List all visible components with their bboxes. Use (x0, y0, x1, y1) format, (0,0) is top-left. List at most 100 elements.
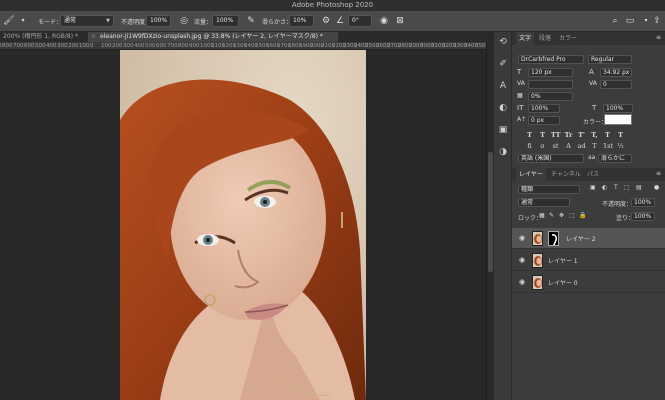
layer-filter-select[interactable]: 種類 (518, 185, 580, 194)
eye-icon[interactable]: ◉ (519, 278, 528, 287)
opentype-feature-button[interactable]: T (590, 142, 599, 151)
mode-select[interactable]: 通常 ▼ (60, 15, 114, 27)
brush-settings-icon[interactable]: ✐ (497, 58, 509, 70)
share-icon[interactable]: ⇪ (651, 15, 663, 27)
lock-all-icon[interactable]: 🔒 (579, 212, 586, 219)
opentype-feature-button[interactable]: ad (577, 142, 586, 151)
opentype-feature-button[interactable]: 1st (603, 142, 613, 151)
font-style-value: Regular (591, 56, 615, 63)
text-style-button[interactable]: T' (577, 131, 586, 140)
filter-toggle-icon[interactable]: ● (654, 184, 659, 191)
lock-image-icon[interactable]: ✎ (549, 212, 554, 219)
leading-value: 34.92 px (603, 69, 630, 76)
text-style-button[interactable]: T (616, 131, 625, 140)
filter-type-icon[interactable]: T (614, 184, 618, 191)
blend-mode-select[interactable]: 通常 (518, 198, 570, 207)
character-panel-icon[interactable]: A (497, 80, 509, 92)
opentype-feature-button[interactable]: fi (525, 142, 534, 151)
styles-icon[interactable]: ◑ (497, 146, 509, 158)
scrollbar-thumb[interactable] (488, 152, 493, 272)
text-color-swatch[interactable] (604, 114, 632, 125)
tracking-field[interactable]: 0 (600, 80, 632, 89)
opentype-feature-button[interactable]: ½ (616, 142, 625, 151)
panel-menu-icon[interactable]: ≡ (656, 34, 661, 41)
angle-value: 0° (352, 17, 359, 24)
layer-mask-thumbnail[interactable] (548, 231, 559, 246)
brush-tool-icon[interactable]: 🖌 (3, 15, 15, 27)
tab-ellipse-document[interactable]: 200% (楕円形 1, RGB/8) * (0, 32, 88, 42)
filter-pixel-icon[interactable]: ▣ (590, 184, 596, 191)
smoothing-field[interactable]: 10% (289, 15, 314, 27)
tab-paths[interactable]: パス (584, 168, 602, 181)
tab-color[interactable]: カラー (556, 32, 580, 45)
canvas-photo[interactable] (120, 50, 366, 400)
eye-icon[interactable]: ◉ (519, 256, 528, 265)
font-size-field[interactable]: 120 px (528, 68, 573, 77)
font-size-icon: T (517, 68, 522, 76)
workspace-icon[interactable]: ▭ (624, 15, 636, 27)
gear-icon[interactable]: ⚙ (320, 15, 332, 27)
opacity-field[interactable]: 100% (146, 15, 171, 27)
angle-field[interactable]: 0° (348, 15, 372, 27)
lock-transparent-icon[interactable]: ▦ (539, 212, 545, 219)
layer-thumbnail (532, 231, 543, 246)
ruler-tick-label: 500 (145, 43, 156, 49)
tsume-field[interactable]: 0% (528, 92, 573, 101)
text-style-button[interactable]: TT (551, 131, 560, 140)
lock-artboard-icon[interactable]: ⬚ (569, 212, 575, 219)
tab-character[interactable]: 文字 (516, 32, 535, 45)
text-style-button[interactable]: T (603, 131, 612, 140)
font-family-select[interactable]: DrCarbfred Pro (518, 55, 584, 64)
swatches-icon[interactable]: ◐ (497, 102, 509, 114)
layer-opacity-field[interactable]: 100% (631, 198, 655, 207)
fill-field[interactable]: 100% (631, 212, 655, 221)
flow-field[interactable]: 100% (212, 15, 239, 27)
ruler-tick-label: 300 (57, 43, 68, 49)
text-style-button[interactable]: Tr (564, 131, 573, 140)
baseline-shift-field[interactable]: 0 px (528, 116, 560, 125)
airbrush-icon[interactable]: ✎ (245, 15, 257, 27)
antialias-select[interactable]: 滑らかに (598, 154, 632, 163)
brush-preset-caret-icon[interactable]: ▾ (17, 15, 29, 27)
blend-mode-value: 通常 (521, 199, 534, 206)
opentype-feature-button[interactable]: A (564, 142, 573, 151)
ruler-tick-label: 400 (46, 43, 57, 49)
filter-shape-icon[interactable]: ⬚ (624, 184, 630, 191)
panel-menu-icon[interactable]: ≡ (656, 170, 661, 177)
language-select[interactable]: 英語 (米国) (518, 154, 584, 163)
opentype-feature-button[interactable]: σ (538, 142, 547, 151)
opentype-feature-button[interactable]: st (551, 142, 560, 151)
text-style-button[interactable]: T (538, 131, 547, 140)
tab-paragraph[interactable]: 段落 (536, 32, 554, 45)
close-icon[interactable]: × (91, 33, 96, 40)
layer-row[interactable]: ◉ レイヤー 1 (512, 250, 665, 271)
kerning-field[interactable] (528, 80, 573, 89)
tab-eleanor-document[interactable]: × eleanor-Ji1W9fDXzio-unsplash.jpg @ 33.8… (88, 32, 338, 42)
leading-field[interactable]: 34.92 px (600, 68, 632, 77)
symmetry-icon[interactable]: ⊠ (394, 15, 406, 27)
tab-channels[interactable]: チャンネル (548, 168, 584, 181)
filter-adjustment-icon[interactable]: ◐ (602, 184, 607, 191)
horizontal-scale-field[interactable]: 100% (603, 104, 633, 113)
search-icon[interactable]: ⌕ (609, 15, 621, 27)
tab-layers[interactable]: レイヤー (516, 168, 546, 181)
text-style-button[interactable]: T (525, 131, 534, 140)
eye-icon[interactable]: ◉ (519, 234, 528, 243)
tracking-icon: VA (589, 80, 597, 87)
history-icon[interactable]: ⟲ (497, 36, 509, 48)
portrait-image (120, 50, 366, 400)
filter-smart-object-icon[interactable]: ▤ (636, 184, 642, 191)
lock-position-icon[interactable]: ✥ (559, 212, 564, 219)
chevron-down-icon: ▼ (106, 18, 110, 24)
font-style-select[interactable]: Regular (588, 55, 632, 64)
pressure-opacity-icon[interactable]: ◎ (178, 15, 190, 27)
layer-name: レイヤー 0 (548, 280, 578, 287)
vertical-scale-field[interactable]: 100% (528, 104, 560, 113)
font-size-value: 120 px (531, 69, 552, 76)
layer-row[interactable]: ◉ レイヤー 2 (512, 228, 665, 249)
pressure-size-icon[interactable]: ◉ (378, 15, 390, 27)
text-style-button[interactable]: T, (590, 131, 599, 140)
layer-row[interactable]: ◉ レイヤー 0 (512, 272, 665, 293)
vertical-scrollbar[interactable] (486, 42, 494, 400)
adjustments-icon[interactable]: ▣ (497, 124, 509, 136)
